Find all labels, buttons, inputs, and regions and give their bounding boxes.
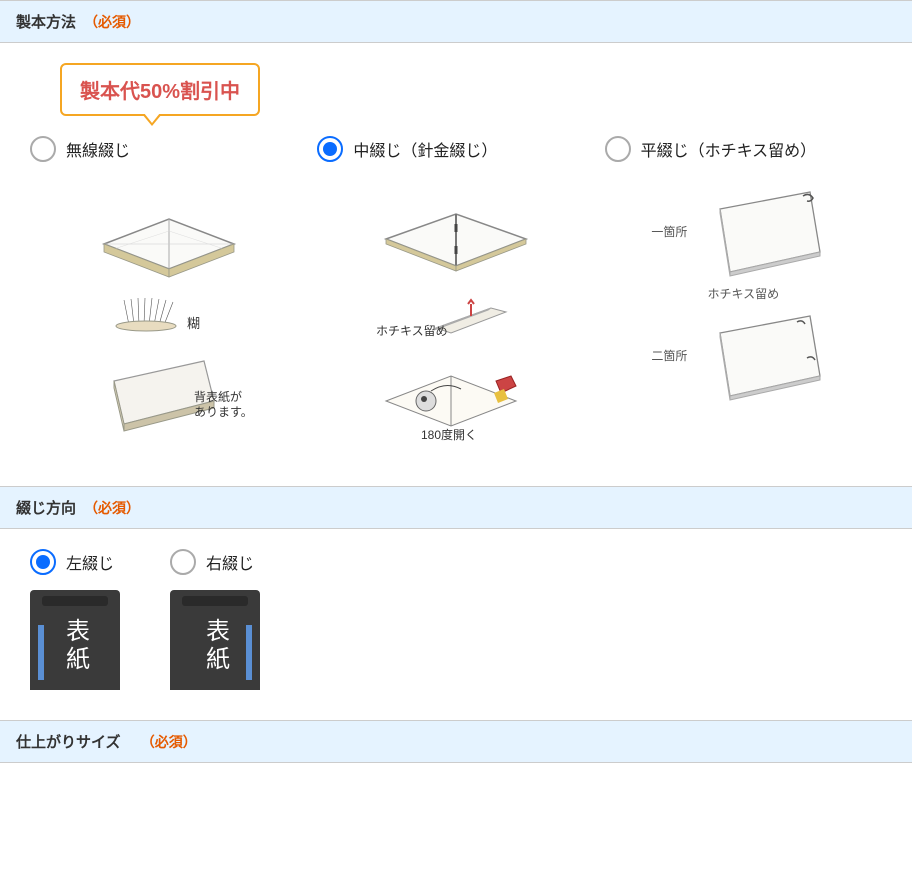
section-header-binding-direction: 綴じ方向 （必須） bbox=[0, 486, 912, 529]
binding-option-nakatoji: 中綴じ（針金綴じ） ホチキス留め bbox=[317, 136, 594, 451]
radio-nakatoji[interactable]: 中綴じ（針金綴じ） bbox=[317, 136, 594, 162]
radio-circle-icon bbox=[30, 549, 56, 575]
radio-right-bind[interactable]: 右綴じ bbox=[170, 549, 260, 575]
radio-left-bind[interactable]: 左綴じ bbox=[30, 549, 120, 575]
illustration-hiratoji: 一箇所 ホチキス留め 二箇所 bbox=[605, 174, 882, 413]
section-body-binding-method: 製本代50%割引中 無線綴じ bbox=[0, 43, 912, 486]
direction-option-right: 右綴じ 表紙 bbox=[170, 549, 260, 690]
radio-hiratoji[interactable]: 平綴じ（ホチキス留め） bbox=[605, 136, 882, 162]
cover-text: 表紙 bbox=[58, 618, 93, 674]
spine-label2: あります。 bbox=[194, 405, 253, 419]
section-header-binding-method: 製本方法 （必須） bbox=[0, 0, 912, 43]
radio-label: 右綴じ bbox=[206, 550, 254, 574]
required-badge: （必須） bbox=[84, 12, 140, 32]
section-title: 仕上がりサイズ bbox=[16, 731, 121, 752]
section-body-binding-direction: 左綴じ 表紙 右綴じ 表紙 bbox=[0, 529, 912, 720]
two-place-label: 二箇所 bbox=[651, 347, 687, 364]
direction-options-row: 左綴じ 表紙 右綴じ 表紙 bbox=[30, 549, 882, 690]
section-header-finish-size: 仕上がりサイズ （必須） bbox=[0, 720, 912, 763]
cover-right-icon: 表紙 bbox=[170, 590, 260, 690]
one-place-label: 一箇所 bbox=[651, 223, 687, 240]
required-badge: （必須） bbox=[84, 498, 140, 518]
section-title: 製本方法 bbox=[16, 11, 76, 32]
promo-text: 製本代50%割引中 bbox=[80, 81, 240, 103]
spine-label1: 背表紙が bbox=[194, 389, 242, 404]
radio-circle-icon bbox=[605, 136, 631, 162]
radio-label: 無線綴じ bbox=[66, 137, 130, 161]
direction-option-left: 左綴じ 表紙 bbox=[30, 549, 120, 690]
staple-label-naka: ホチキス留め bbox=[376, 324, 448, 338]
binding-option-hiratoji: 平綴じ（ホチキス留め） 一箇所 ホチキス留め 二箇所 bbox=[605, 136, 882, 413]
radio-circle-icon bbox=[317, 136, 343, 162]
radio-circle-icon bbox=[170, 549, 196, 575]
radio-label: 平綴じ（ホチキス留め） bbox=[641, 137, 817, 161]
radio-label: 左綴じ bbox=[66, 550, 114, 574]
promo-bubble: 製本代50%割引中 bbox=[60, 63, 260, 116]
staple-label-hira: ホチキス留め bbox=[708, 285, 780, 302]
radio-circle-icon bbox=[30, 136, 56, 162]
cover-left-icon: 表紙 bbox=[30, 590, 120, 690]
section-title: 綴じ方向 bbox=[16, 497, 76, 518]
radio-musen[interactable]: 無線綴じ bbox=[30, 136, 307, 162]
radio-label: 中綴じ（針金綴じ） bbox=[353, 137, 497, 161]
illustration-nakatoji: ホチキス留め 180度開く bbox=[317, 174, 594, 451]
binding-option-musen: 無線綴じ bbox=[30, 136, 307, 456]
illustration-musen: 糊 背表紙が あります。 bbox=[30, 174, 307, 456]
binding-options-row: 無線綴じ bbox=[30, 136, 882, 456]
glue-label: 糊 bbox=[187, 316, 200, 331]
required-badge: （必須） bbox=[141, 732, 197, 752]
cover-text: 表紙 bbox=[198, 618, 233, 674]
open-label: 180度開く bbox=[421, 427, 477, 441]
